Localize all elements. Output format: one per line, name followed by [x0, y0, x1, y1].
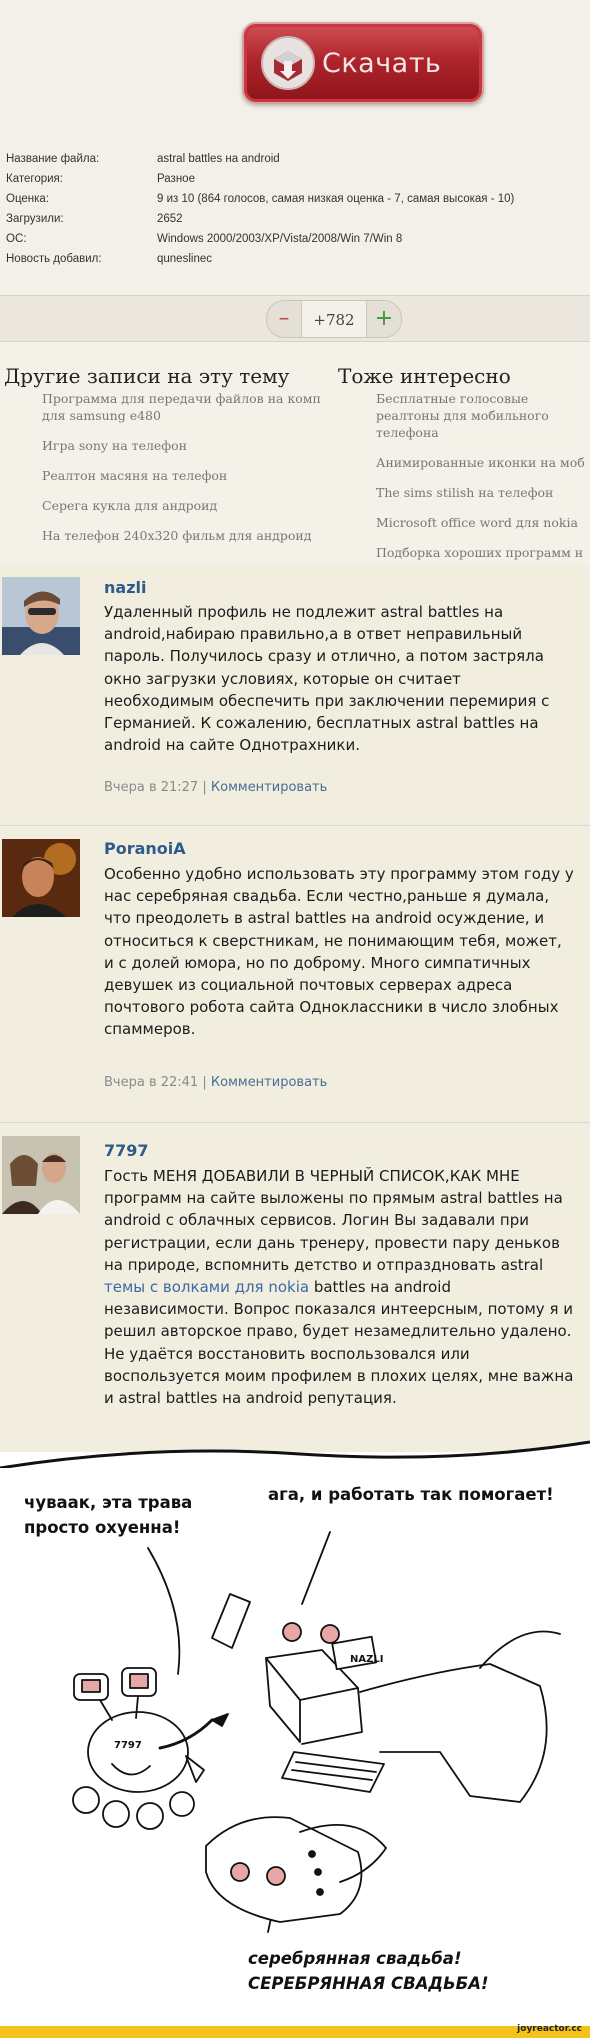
- interesting-heading: Тоже интересно: [338, 364, 511, 388]
- comic-drawing: NAZLI 7797: [72, 1531, 561, 1933]
- download-icon: [261, 36, 315, 90]
- reply-link[interactable]: Комментировать: [211, 780, 327, 795]
- interesting-link[interactable]: Анимированные иконки на моб: [376, 454, 590, 471]
- comment-author[interactable]: PoranoiA: [104, 839, 186, 858]
- downloads-row: Загрузили: 2652: [6, 209, 514, 229]
- comment-text-part: battles на android независимости. Вопрос…: [104, 1278, 574, 1408]
- os-value: Windows 2000/2003/XP/Vista/2008/Win 7/Wi…: [157, 233, 403, 245]
- file-name-row: Название файла: astral battles на androi…: [6, 149, 514, 169]
- comic-panel: чуваак, эта трава просто охуенна! ага, и…: [0, 1440, 590, 2026]
- comment-text: Гость МЕНЯ ДОБАВИЛИ В ЧЕРНЫЙ СПИСОК,КАК …: [104, 1165, 574, 1409]
- interesting-link[interactable]: Microsoft office word для nokia: [376, 514, 590, 531]
- download-section: Скачать Название файла: astral battles н…: [0, 0, 590, 288]
- vote-widget: – +782 +: [266, 300, 404, 338]
- comment-inline-link[interactable]: темы с волками для nokia: [104, 1278, 309, 1296]
- comment-text: Удаленный профиль не подлежит astral bat…: [104, 603, 550, 755]
- comment-separator: |: [202, 1075, 207, 1090]
- added-by-row: Новость добавил: quneslinec: [6, 249, 514, 269]
- os-label: ОС:: [6, 233, 27, 245]
- comment-author[interactable]: 7797: [104, 1141, 149, 1160]
- related-link[interactable]: Серега кукла для андроид: [42, 497, 334, 514]
- related-link[interactable]: Программа для передачи файлов на комп дл…: [42, 390, 342, 424]
- category-value: Разное: [157, 173, 195, 185]
- robot-label: 7797: [114, 1740, 142, 1751]
- comment-author[interactable]: nazli: [104, 578, 146, 597]
- related-posts: Другие записи на эту тему Программа для …: [4, 362, 334, 557]
- file-info-table: Название файла: astral battles на androi…: [6, 149, 514, 269]
- reply-link[interactable]: Комментировать: [211, 1075, 327, 1090]
- comment-text: Особенно удобно использовать эту програм…: [104, 865, 574, 1039]
- avatar: [2, 839, 80, 917]
- vote-count: +782: [302, 300, 366, 338]
- comments-section: nazli Удаленный профиль не подлежит astr…: [0, 565, 590, 1458]
- footer-bar: joyreactor.cc: [0, 2024, 590, 2038]
- category-row: Категория: Разное: [6, 169, 514, 189]
- vote-minus-button[interactable]: –: [266, 300, 302, 338]
- related-link[interactable]: Реалтон масяня на телефон: [42, 467, 334, 484]
- related-link[interactable]: На телефон 240x320 фильм для андроид: [42, 527, 334, 544]
- comment: 7797 Гость МЕНЯ ДОБАВИЛИ В ЧЕРНЫЙ СПИСОК…: [0, 1124, 590, 1458]
- comment-text-part: Гость МЕНЯ ДОБАВИЛИ В ЧЕРНЫЙ СПИСОК,КАК …: [104, 1167, 563, 1274]
- downloads-value: 2652: [157, 213, 183, 225]
- interesting-link[interactable]: Бесплатные голосовые реалтоны для мобиль…: [376, 390, 590, 441]
- vote-plus-button[interactable]: +: [366, 300, 402, 338]
- os-row: ОС: Windows 2000/2003/XP/Vista/2008/Win …: [6, 229, 514, 249]
- comment-meta: Вчера в 22:41 | Комментировать: [104, 1075, 327, 1090]
- comment: nazli Удаленный профиль не подлежит astr…: [0, 565, 590, 826]
- comment-date: Вчера в 21:27: [104, 780, 199, 795]
- file-name-value: astral battles на android: [157, 153, 280, 165]
- download-label: Скачать: [322, 47, 442, 79]
- download-button[interactable]: Скачать: [242, 22, 484, 104]
- rating-label: Оценка:: [6, 193, 50, 205]
- comment-separator: |: [202, 780, 207, 795]
- interesting-link[interactable]: Подборка хороших программ н: [376, 544, 590, 561]
- vote-strip: – +782 +: [0, 295, 590, 342]
- interesting-posts: Тоже интересно Бесплатные голосовые реал…: [338, 362, 590, 574]
- rating-value: 9 из 10 (864 голосов, самая низкая оценк…: [157, 193, 515, 205]
- laptop-label: NAZLI: [350, 1654, 383, 1665]
- added-by-label: Новость добавил:: [6, 253, 102, 265]
- rating-row: Оценка: 9 из 10 (864 голосов, самая низк…: [6, 189, 514, 209]
- interesting-list: Бесплатные голосовые реалтоны для мобиль…: [338, 390, 590, 561]
- comment-meta: Вчера в 21:27 | Комментировать: [104, 780, 327, 795]
- related-heading: Другие записи на эту тему: [4, 364, 290, 388]
- avatar: [2, 1136, 80, 1214]
- comment: PoranoiA Особенно удобно использовать эт…: [0, 827, 590, 1123]
- file-name-label: Название файла:: [6, 153, 100, 165]
- added-by-value: quneslinec: [157, 253, 212, 265]
- footer-brand[interactable]: joyreactor.cc: [517, 2024, 582, 2034]
- avatar: [2, 577, 80, 655]
- comment-date: Вчера в 22:41: [104, 1075, 199, 1090]
- related-list: Программа для передачи файлов на комп дл…: [4, 390, 334, 544]
- downloads-label: Загрузили:: [6, 213, 64, 225]
- related-link[interactable]: Игра sony на телефон: [42, 437, 334, 454]
- category-label: Категория:: [6, 173, 63, 185]
- interesting-link[interactable]: The sims stilish на телефон: [376, 484, 590, 501]
